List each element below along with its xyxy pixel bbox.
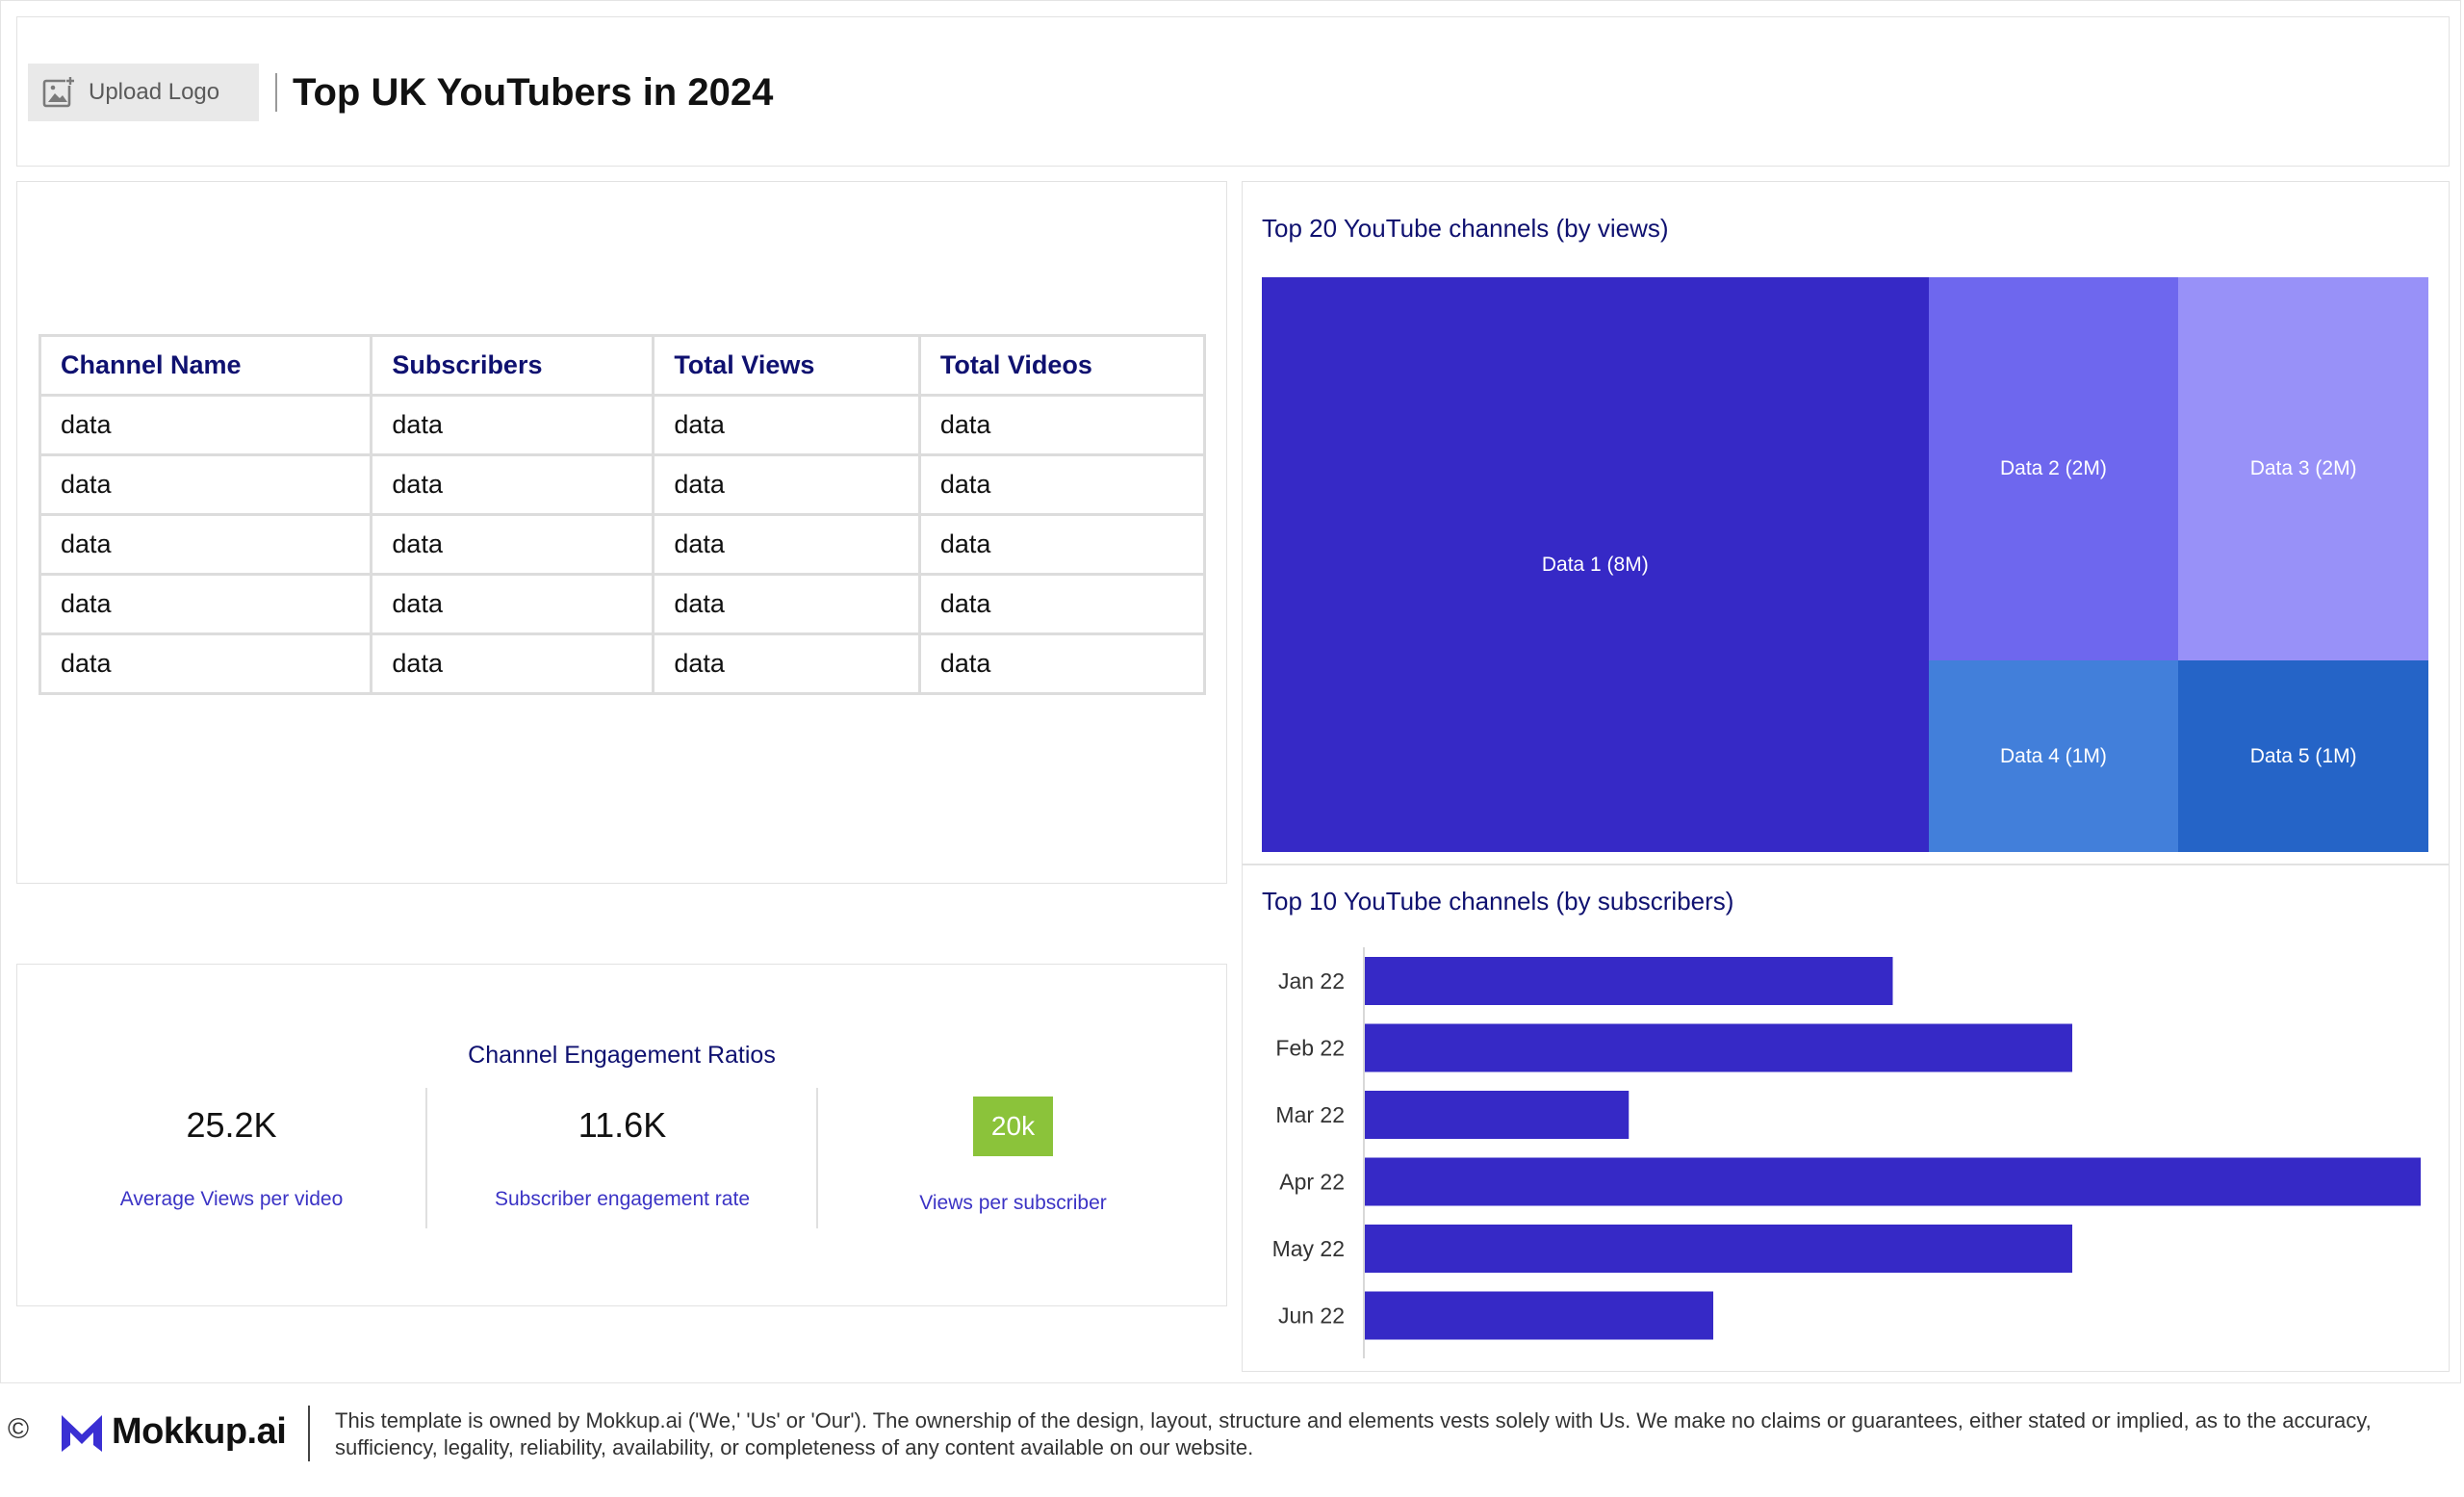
category-tick-label: May 22: [1272, 1236, 1345, 1261]
column-header-total-views[interactable]: Total Views: [652, 334, 921, 397]
kpi-average-views: 25.2K Average Views per video: [37, 1088, 426, 1230]
treemap-tile-label: Data 4 (1M): [1999, 744, 2107, 767]
table-cell: data: [38, 573, 373, 635]
kpi-label: Average Views per video: [119, 1188, 344, 1210]
kpi-value: 11.6K: [578, 1105, 667, 1145]
kpi-value: 25.2K: [186, 1105, 277, 1145]
mokkup-logo-icon: [62, 1415, 102, 1452]
upload-logo-label: Upload Logo: [89, 79, 220, 105]
brand-name: Mokkup.ai: [112, 1410, 287, 1452]
kpi-label: Views per subscriber: [919, 1192, 1107, 1214]
table-cell: data: [652, 632, 921, 695]
table-row: data data data data: [38, 632, 1207, 695]
table-cell: data: [38, 394, 373, 456]
category-tick-label: Mar 22: [1275, 1102, 1345, 1127]
table-cell: data: [38, 513, 373, 576]
table-cell: data: [370, 394, 655, 456]
treemap-chart: Data 1 (8M) Data 2 (2M) Data 3 (2M) Data 4 …: [1262, 277, 2428, 852]
table-cell: data: [652, 513, 921, 576]
header-panel: Upload Logo Top UK YouTubers in 2024: [16, 16, 2450, 167]
table-row: data data data data: [38, 394, 1207, 456]
bar-chart-title: Top 10 YouTube channels (by subscribers): [1262, 887, 1734, 916]
copyright-symbol: ©: [8, 1413, 30, 1445]
treemap-panel: Top 20 YouTube channels (by views) Data …: [1242, 181, 2450, 865]
brand-logo[interactable]: Mokkup.ai: [60, 1409, 287, 1454]
footer-disclaimer: This template is owned by Mokkup.ai ('We…: [335, 1408, 2372, 1459]
kpi-value-badge: 20k: [972, 1097, 1054, 1156]
treemap-title: Top 20 YouTube channels (by views): [1262, 214, 1669, 243]
engagement-title: Channel Engagement Ratios: [468, 1042, 776, 1069]
bar[interactable]: [1365, 1291, 1714, 1340]
bar[interactable]: [1365, 1023, 2072, 1072]
table-row: data data data data: [38, 453, 1207, 516]
treemap-tile-label: Data 3 (2M): [2249, 457, 2357, 479]
kpi-label: Subscriber engagement rate: [495, 1188, 750, 1210]
bar[interactable]: [1365, 1157, 2421, 1206]
table-cell: data: [652, 394, 921, 456]
treemap-tile[interactable]: Data 5 (1M): [2178, 660, 2428, 852]
bar-chart-panel: Top 10 YouTube channels (by subscribers)…: [1242, 865, 2450, 1372]
table-cell: data: [370, 573, 655, 635]
table-cell: data: [917, 394, 1207, 456]
table-cell: data: [38, 453, 373, 516]
column-header-channel-name[interactable]: Channel Name: [38, 334, 373, 397]
upload-logo-button[interactable]: Upload Logo: [28, 64, 259, 121]
channel-table: Channel Name Subscribers Total Views Tot…: [38, 334, 1207, 695]
page-title: Top UK YouTubers in 2024: [293, 71, 774, 114]
treemap-tile[interactable]: Data 4 (1M): [1928, 660, 2179, 852]
table-cell: data: [917, 513, 1207, 576]
footer-divider: [308, 1406, 310, 1461]
table-cell: data: [38, 632, 373, 695]
table-cell: data: [652, 573, 921, 635]
channel-table-panel: Channel Name Subscribers Total Views Tot…: [16, 181, 1227, 884]
category-tick-label: Feb 22: [1275, 1036, 1345, 1061]
kpi-subscriber-engagement: 11.6K Subscriber engagement rate: [427, 1088, 817, 1230]
treemap-tile-label: Data 2 (2M): [1999, 457, 2107, 479]
column-header-subscribers[interactable]: Subscribers: [370, 334, 655, 397]
table-cell: data: [917, 573, 1207, 635]
table-row: data data data data: [38, 573, 1207, 635]
treemap-tile[interactable]: Data 1 (8M): [1262, 277, 1929, 852]
engagement-panel: Channel Engagement Ratios 25.2K Average …: [16, 964, 1227, 1306]
table-row: data data data data: [38, 513, 1207, 576]
dashboard-frame: Upload Logo Top UK YouTubers in 2024 Cha…: [0, 0, 2461, 1383]
treemap-tile-label: Data 1 (8M): [1541, 553, 1649, 576]
footer: © Mokkup.ai This template is owned by Mo…: [0, 1386, 2464, 1497]
table-cell: data: [370, 453, 655, 516]
treemap-tile-label: Data 5 (1M): [2249, 744, 2357, 767]
table-cell: data: [370, 513, 655, 576]
table-cell: data: [917, 453, 1207, 516]
table-cell: data: [370, 632, 655, 695]
category-tick-label: Jan 22: [1278, 968, 1345, 994]
bar-chart: Jan 22 Feb 22 Mar 22 Apr 22 May 22 Jun 22: [1272, 947, 2421, 1358]
image-upload-icon: [42, 76, 75, 108]
table-cell: data: [652, 453, 921, 516]
treemap-tile[interactable]: Data 3 (2M): [2178, 277, 2428, 660]
column-header-total-videos[interactable]: Total Videos: [917, 334, 1207, 397]
table-header-row: Channel Name Subscribers Total Views Tot…: [38, 334, 1207, 397]
bar[interactable]: [1365, 957, 1893, 1005]
table-cell: data: [917, 632, 1207, 695]
bar[interactable]: [1365, 1225, 2072, 1273]
header-divider: [275, 73, 277, 112]
category-tick-label: Apr 22: [1279, 1170, 1345, 1195]
category-tick-label: Jun 22: [1278, 1303, 1345, 1329]
kpi-views-per-subscriber: 20k Views per subscriber: [818, 1088, 1208, 1230]
bar[interactable]: [1365, 1091, 1630, 1139]
treemap-tile[interactable]: Data 2 (2M): [1928, 277, 2179, 660]
